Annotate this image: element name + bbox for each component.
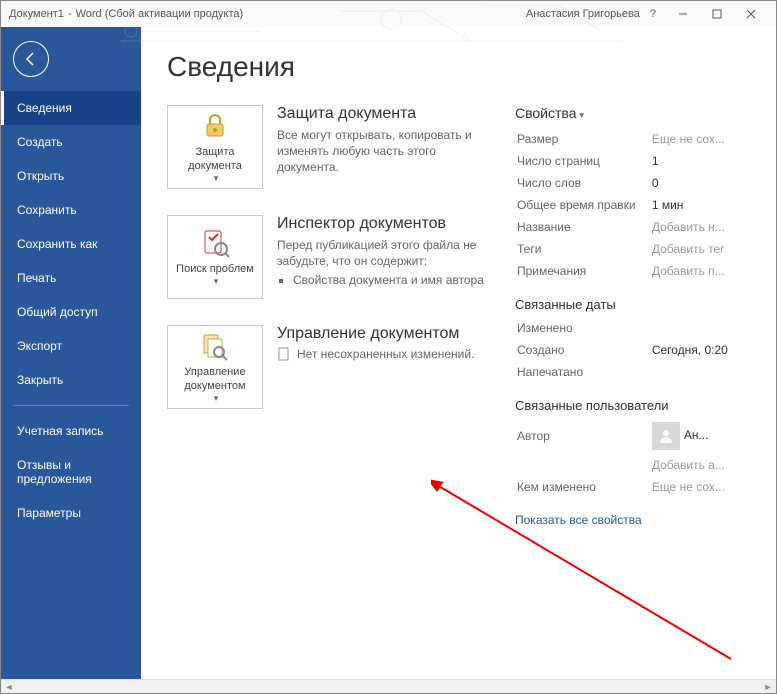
table-row: СозданоСегодня, 0:20 xyxy=(517,340,748,360)
show-all-properties-link[interactable]: Показать все свойства xyxy=(515,513,750,527)
document-name: Документ1 xyxy=(9,8,64,20)
manage-button-label: Управление документом xyxy=(170,366,260,392)
sidebar: Сведения Создать Открыть Сохранить Сохра… xyxy=(1,27,141,679)
sidebar-item-export[interactable]: Экспорт xyxy=(1,329,141,363)
table-row: Кем измененоЕще не сох... xyxy=(517,477,748,497)
manage-document-button[interactable]: Управление документом▾ xyxy=(167,325,263,409)
sidebar-item-share[interactable]: Общий доступ xyxy=(1,295,141,329)
related-dates-heading: Связанные даты xyxy=(515,297,750,312)
table-row: Автор Ан... xyxy=(517,419,748,453)
sidebar-item-options[interactable]: Параметры xyxy=(1,496,141,530)
app-name: Word (Сбой активации продукта) xyxy=(76,8,244,20)
manage-text: Нет несохраненных изменений. xyxy=(297,347,474,361)
sidebar-item-account[interactable]: Учетная запись xyxy=(1,414,141,448)
manage-icon xyxy=(199,330,231,362)
sidebar-item-feedback[interactable]: Отзывы и предложения xyxy=(1,448,141,496)
table-row: ПримечанияДобавить п... xyxy=(517,261,748,281)
table-row: Изменено xyxy=(517,318,748,338)
user-name[interactable]: Анастасия Григорьева xyxy=(526,8,640,20)
inspect-bullet: Свойства документа и имя автора xyxy=(293,273,487,287)
close-button[interactable] xyxy=(734,3,768,25)
users-table: Автор Ан... Добавить а... Кем измененоЕщ… xyxy=(515,417,750,499)
sidebar-item-new[interactable]: Создать xyxy=(1,125,141,159)
table-row: Число страниц1 xyxy=(517,151,748,171)
manage-heading: Управление документом xyxy=(277,325,487,343)
inspect-button-label: Поиск проблем xyxy=(176,263,254,276)
protect-heading: Защита документа xyxy=(277,105,487,123)
protect-document-button[interactable]: Защита документа▾ xyxy=(167,105,263,189)
sidebar-item-info[interactable]: Сведения xyxy=(1,91,141,125)
table-row: Напечатано xyxy=(517,362,748,382)
sidebar-item-save[interactable]: Сохранить xyxy=(1,193,141,227)
person-icon xyxy=(652,422,680,450)
horizontal-scrollbar[interactable]: ◄ ► xyxy=(1,679,776,693)
inspect-icon xyxy=(199,227,231,259)
page-title: Сведения xyxy=(167,51,750,83)
titlebar: Документ1 - Word (Сбой активации продукт… xyxy=(1,1,776,27)
inspect-text: Перед публикацией этого файла не забудьт… xyxy=(277,237,487,269)
dates-table: Изменено СозданоСегодня, 0:20 Напечатано xyxy=(515,316,750,384)
table-row: Добавить а... xyxy=(517,455,748,475)
back-button[interactable] xyxy=(13,41,49,77)
sidebar-item-close[interactable]: Закрыть xyxy=(1,363,141,397)
table-row: ТегиДобавить тег xyxy=(517,239,748,259)
table-row: Общее время правки1 мин xyxy=(517,195,748,215)
minimize-button[interactable] xyxy=(666,3,700,25)
related-users-heading: Связанные пользователи xyxy=(515,398,750,413)
lock-icon xyxy=(199,110,231,142)
inspect-heading: Инспектор документов xyxy=(277,215,487,233)
scroll-left-button[interactable]: ◄ xyxy=(1,681,17,693)
properties-table: РазмерЕще не сох... Число страниц1 Число… xyxy=(515,127,750,283)
table-row: Число слов0 xyxy=(517,173,748,193)
scroll-right-button[interactable]: ► xyxy=(760,681,776,693)
protect-text: Все могут открывать, копировать и изменя… xyxy=(277,127,487,176)
protect-button-label: Защита документа xyxy=(170,146,260,172)
sidebar-item-print[interactable]: Печать xyxy=(1,261,141,295)
doc-icon xyxy=(277,347,291,364)
app-window: Документ1 - Word (Сбой активации продукт… xyxy=(0,0,777,694)
table-row: НазваниеДобавить н... xyxy=(517,217,748,237)
table-row: РазмерЕще не сох... xyxy=(517,129,748,149)
properties-heading[interactable]: Свойства▾ xyxy=(515,105,750,121)
help-button[interactable]: ? xyxy=(650,8,656,20)
maximize-button[interactable] xyxy=(700,3,734,25)
sidebar-item-save-as[interactable]: Сохранить как xyxy=(1,227,141,261)
content-area: Сведения Защита документа▾ Защита докуме… xyxy=(141,27,776,679)
window-controls xyxy=(666,3,768,25)
check-issues-button[interactable]: Поиск проблем▾ xyxy=(167,215,263,299)
sidebar-item-open[interactable]: Открыть xyxy=(1,159,141,193)
